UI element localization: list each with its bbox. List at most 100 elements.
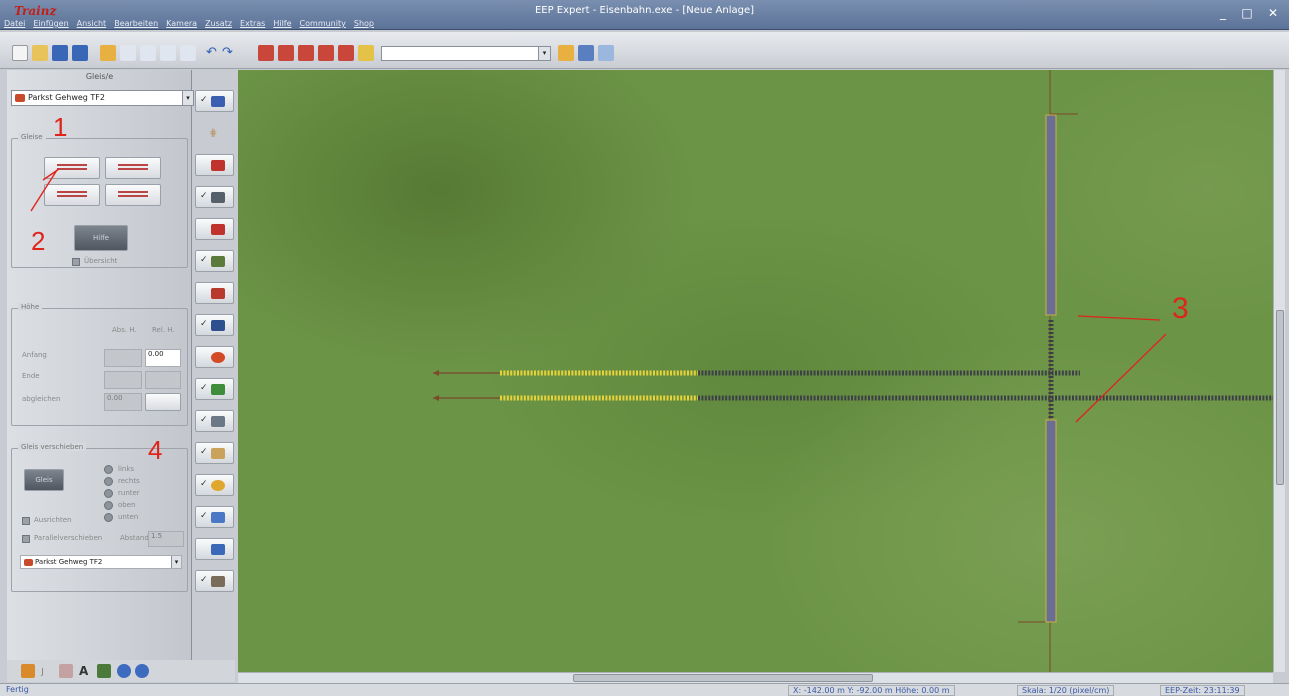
radio-links[interactable] xyxy=(104,465,113,474)
redo-icon[interactable]: ↷ xyxy=(222,45,238,61)
chevron-down-icon[interactable]: ▾ xyxy=(171,556,181,568)
horizontal-scrollbar[interactable] xyxy=(238,672,1273,683)
track-editor-panel: Gleis/e Parkst Gehweg TF2 ▾ Gleise Hilfe… xyxy=(7,70,194,660)
save-icon[interactable] xyxy=(52,45,68,61)
radio-oben[interactable] xyxy=(104,501,113,510)
terrain-icon[interactable] xyxy=(97,664,111,678)
menu-ansicht[interactable]: Ansicht xyxy=(77,19,107,31)
category-tram[interactable] xyxy=(195,218,234,240)
help-icon[interactable] xyxy=(598,45,614,61)
category-tracks-label[interactable]: ⋕ xyxy=(195,122,234,144)
menu-einfuegen[interactable]: Einfügen xyxy=(33,19,68,31)
category-control[interactable] xyxy=(195,282,234,304)
open-folder-icon[interactable] xyxy=(32,45,48,61)
water-icon xyxy=(211,256,225,267)
start-abs-height-field[interactable] xyxy=(104,349,142,367)
radio-oben-label: oben xyxy=(118,501,136,509)
vertical-scroll-thumb[interactable] xyxy=(1276,310,1284,485)
info-icon[interactable] xyxy=(578,45,594,61)
category-misc[interactable]: ✓ xyxy=(195,570,234,592)
bottom-tool-row: ȷ A xyxy=(7,660,235,682)
track-tool-3-icon[interactable] xyxy=(298,45,314,61)
annotation-3: 3 xyxy=(1172,292,1189,325)
open-layout-icon[interactable] xyxy=(558,45,574,61)
layout-viewport[interactable]: 3 xyxy=(238,70,1273,672)
parallel-checkbox[interactable] xyxy=(22,535,30,543)
adjust-abs-field[interactable]: 0.00 xyxy=(104,393,142,411)
category-vehicles[interactable] xyxy=(195,538,234,560)
radio-rechts[interactable] xyxy=(104,477,113,486)
menu-zusatz[interactable]: Zusatz xyxy=(205,19,232,31)
toolbar: ↶ ↷ ▾ xyxy=(0,32,1289,69)
maximize-button[interactable]: □ xyxy=(1236,5,1258,21)
radio-runter[interactable] xyxy=(104,489,113,498)
align-checkbox[interactable] xyxy=(22,517,30,525)
undo-icon[interactable]: ↶ xyxy=(206,45,222,61)
status-text: Fertig xyxy=(6,685,29,694)
layers-icon xyxy=(211,512,225,523)
menu-bearbeiten[interactable]: Bearbeiten xyxy=(114,19,158,31)
category-people[interactable] xyxy=(195,346,234,368)
group-verschieben: Gleis verschieben Gleis links rechts run… xyxy=(11,443,188,592)
track-tool-1-icon[interactable] xyxy=(258,45,274,61)
menu-kamera[interactable]: Kamera xyxy=(166,19,197,31)
adjust-button[interactable] xyxy=(145,393,181,411)
cube-icon[interactable] xyxy=(21,664,35,678)
category-road[interactable]: ✓ xyxy=(195,186,234,208)
save-as-icon[interactable] xyxy=(72,45,88,61)
delete-icon[interactable] xyxy=(160,45,176,61)
distance-label: Abstand xyxy=(120,534,149,542)
status-coordinates: X: -142.00 m Y: -92.00 m Höhe: 0.00 m xyxy=(788,685,955,696)
track-tool-2-icon[interactable] xyxy=(278,45,294,61)
grid-icon[interactable] xyxy=(59,664,73,678)
minimize-button[interactable]: _ xyxy=(1212,5,1234,21)
category-layers[interactable]: ✓ xyxy=(195,506,234,528)
new-file-icon[interactable] xyxy=(12,45,28,61)
menu-community[interactable]: Community xyxy=(300,19,346,31)
category-rail[interactable] xyxy=(195,154,234,176)
end-rel-height-field[interactable] xyxy=(145,371,181,389)
track-tool-6-icon[interactable] xyxy=(358,45,374,61)
zoom-in-icon[interactable] xyxy=(117,664,131,678)
track-tool-4-icon[interactable] xyxy=(318,45,334,61)
move-track-button[interactable]: Gleis xyxy=(24,469,64,491)
tram-icon xyxy=(211,224,225,235)
category-stations[interactable]: ✓ xyxy=(195,314,234,336)
track-tool-5-icon[interactable] xyxy=(338,45,354,61)
properties-icon[interactable] xyxy=(180,45,196,61)
category-plants[interactable]: ✓ xyxy=(195,378,234,400)
zoom-out-icon[interactable] xyxy=(135,664,149,678)
horizontal-scroll-thumb[interactable] xyxy=(573,674,873,682)
category-goods[interactable]: ✓ xyxy=(195,474,234,496)
chevron-down-icon[interactable]: ▾ xyxy=(538,47,550,60)
status-time: EEP-Zeit: 23:11:39 xyxy=(1160,685,1245,696)
lower-object-select[interactable]: Parkst Gehweg TF2 ▾ xyxy=(20,555,182,569)
vertical-scrollbar[interactable] xyxy=(1273,70,1285,672)
text-icon[interactable]: A xyxy=(79,664,93,678)
row-abgleich-label: abgleichen xyxy=(22,395,61,403)
goods-icon xyxy=(211,480,225,491)
copy-icon[interactable] xyxy=(120,45,136,61)
menu-hilfe[interactable]: Hilfe xyxy=(273,19,291,31)
menu-datei[interactable]: Datei xyxy=(4,19,25,31)
start-rel-height-field[interactable]: 0.00 xyxy=(145,349,181,367)
menu-shop[interactable]: Shop xyxy=(354,19,374,31)
paste-icon[interactable] xyxy=(140,45,156,61)
category-landscape[interactable]: ✓ xyxy=(195,410,234,432)
category-buildings[interactable]: ✓ xyxy=(195,442,234,464)
vertical-road-lower xyxy=(1045,419,1057,623)
annotation-3-line-a xyxy=(1077,315,1161,321)
end-abs-height-field[interactable] xyxy=(104,371,142,389)
category-water[interactable]: ✓ xyxy=(195,250,234,272)
radio-unten[interactable] xyxy=(104,513,113,522)
pointer-icon[interactable]: ȷ xyxy=(41,664,55,678)
group-verschieben-legend: Gleis verschieben xyxy=(18,443,87,451)
toolbar-combo[interactable]: ▾ xyxy=(381,46,551,61)
distance-field[interactable]: 1.5 xyxy=(148,531,184,547)
row-anfang-label: Anfang xyxy=(22,351,47,359)
close-button[interactable]: ✕ xyxy=(1262,5,1284,21)
menu-extras[interactable]: Extras xyxy=(240,19,265,31)
col-abs-height: Abs. H. xyxy=(112,326,137,334)
category-signals[interactable]: ✓ xyxy=(195,90,234,112)
cut-icon[interactable] xyxy=(100,45,116,61)
